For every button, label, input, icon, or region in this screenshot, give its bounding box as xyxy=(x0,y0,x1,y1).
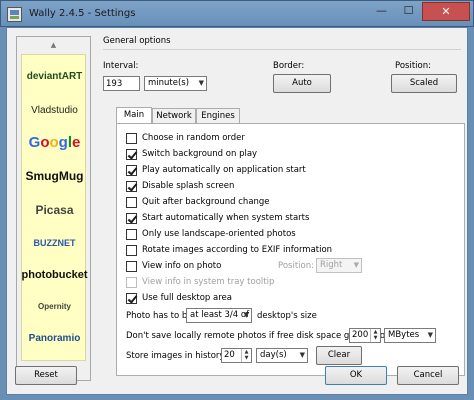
landscape-only-label: Only use landscape-oriented photos xyxy=(142,229,296,239)
exif-rotate-label: Rotate images according to EXIF informat… xyxy=(142,245,333,255)
clear-history-button[interactable]: Clear xyxy=(316,346,362,365)
chevron-down-icon: ▼ xyxy=(198,79,204,87)
position-button[interactable]: Scaled xyxy=(391,74,457,93)
start-with-system-label: Start automatically when system starts xyxy=(142,213,310,223)
full-desktop-label: Use full desktop area xyxy=(142,293,232,303)
exif-rotate-checkbox[interactable] xyxy=(126,245,137,256)
reset-button[interactable]: Reset xyxy=(15,366,77,385)
main-tab-panel: Choose in random order Switch background… xyxy=(116,123,465,376)
picasa-icon[interactable]: Picasa xyxy=(22,197,87,223)
panoramio-icon[interactable]: Panoramio xyxy=(22,325,87,351)
chevron-down-icon: ▼ xyxy=(243,311,249,319)
wally-app-icon xyxy=(7,7,22,22)
quit-after-change-checkbox[interactable] xyxy=(126,197,137,208)
spinner-arrows-icon[interactable]: ▲ ▼ xyxy=(241,349,251,362)
tab-network[interactable]: Network xyxy=(152,108,196,123)
scroll-up-arrow-icon[interactable]: ▲ xyxy=(17,38,90,52)
buzznet-icon[interactable]: BUZZNET xyxy=(22,230,87,256)
window-title: Wally 2.4.5 - Settings xyxy=(29,8,136,19)
deviantart-icon[interactable]: deviantART xyxy=(22,63,87,89)
photo-size-prefix: Photo has to be xyxy=(126,311,193,321)
autoplay-label: Play automatically on application start xyxy=(142,165,306,175)
view-info-label: View info on photo xyxy=(142,261,222,271)
interval-input[interactable] xyxy=(103,76,140,91)
photo-size-select[interactable]: at least 3/4 of ▼ xyxy=(186,308,252,323)
maximize-button[interactable]: ☐ xyxy=(395,2,422,21)
history-unit-select[interactable]: day(s) ▼ xyxy=(256,348,308,363)
random-order-label: Choose in random order xyxy=(142,133,245,143)
settings-tabs: Main Network Engines Choose in random or… xyxy=(116,107,465,378)
title-bar: Wally 2.4.5 - Settings — ☐ ✕ xyxy=(0,0,474,27)
full-desktop-checkbox[interactable] xyxy=(126,293,137,304)
settings-window: ▲ deviantART Vladstudio Google SmugMug P… xyxy=(6,27,468,395)
vladstudio-icon[interactable]: Vladstudio xyxy=(22,97,87,123)
opernity-icon[interactable]: Opernity xyxy=(22,293,87,319)
start-with-system-checkbox[interactable] xyxy=(126,213,137,224)
google-icon[interactable]: Google xyxy=(22,129,87,155)
interval-unit-select[interactable]: minute(s) ▼ xyxy=(144,76,207,91)
interval-label: Interval: xyxy=(103,61,139,71)
provider-sidebar: ▲ deviantART Vladstudio Google SmugMug P… xyxy=(16,36,91,381)
group-divider xyxy=(103,49,461,50)
switch-background-label: Switch background on play xyxy=(142,149,258,159)
smugmug-icon[interactable]: SmugMug xyxy=(22,163,87,189)
border-label: Border: xyxy=(273,61,305,71)
disk-space-unit-select[interactable]: MBytes ▼ xyxy=(384,328,436,343)
chevron-down-icon: ▼ xyxy=(353,261,359,269)
border-button[interactable]: Auto xyxy=(273,74,331,93)
disk-space-spinner[interactable]: 200 ▲ ▼ xyxy=(349,328,381,343)
ok-button[interactable]: OK xyxy=(325,366,387,385)
info-position-label: Position: xyxy=(278,261,314,271)
position-label: Position: xyxy=(395,61,431,71)
tab-engines[interactable]: Engines xyxy=(196,108,240,123)
switch-background-checkbox[interactable] xyxy=(126,149,137,160)
autoplay-checkbox[interactable] xyxy=(126,165,137,176)
landscape-only-checkbox[interactable] xyxy=(126,229,137,240)
minimize-button[interactable]: — xyxy=(368,2,395,21)
view-info-checkbox[interactable] xyxy=(126,261,137,272)
spinner-arrows-icon[interactable]: ▲ ▼ xyxy=(370,329,380,342)
chevron-down-icon: ▼ xyxy=(427,331,433,339)
general-options-title: General options xyxy=(103,36,171,46)
cancel-button[interactable]: Cancel xyxy=(397,366,459,385)
random-order-checkbox[interactable] xyxy=(126,133,137,144)
chevron-down-icon: ▼ xyxy=(299,351,305,359)
tray-tooltip-label: View info in system tray tooltip xyxy=(142,277,275,287)
provider-logo-list: deviantART Vladstudio Google SmugMug Pic… xyxy=(21,54,88,361)
disable-splash-checkbox[interactable] xyxy=(126,181,137,192)
history-spinner[interactable]: 20 ▲ ▼ xyxy=(221,348,252,363)
tray-tooltip-checkbox[interactable] xyxy=(126,277,137,288)
close-button[interactable]: ✕ xyxy=(422,2,470,21)
disable-splash-label: Disable splash screen xyxy=(142,181,235,191)
photo-size-suffix: desktop's size xyxy=(257,311,317,321)
tab-main[interactable]: Main xyxy=(116,107,152,124)
quit-after-change-label: Quit after background change xyxy=(142,197,270,207)
info-position-select[interactable]: Right ▼ xyxy=(316,258,362,273)
photobucket-icon[interactable]: photobucket xyxy=(22,262,88,288)
general-options-group: General options Interval: minute(s)▼ Bor… xyxy=(103,36,461,96)
